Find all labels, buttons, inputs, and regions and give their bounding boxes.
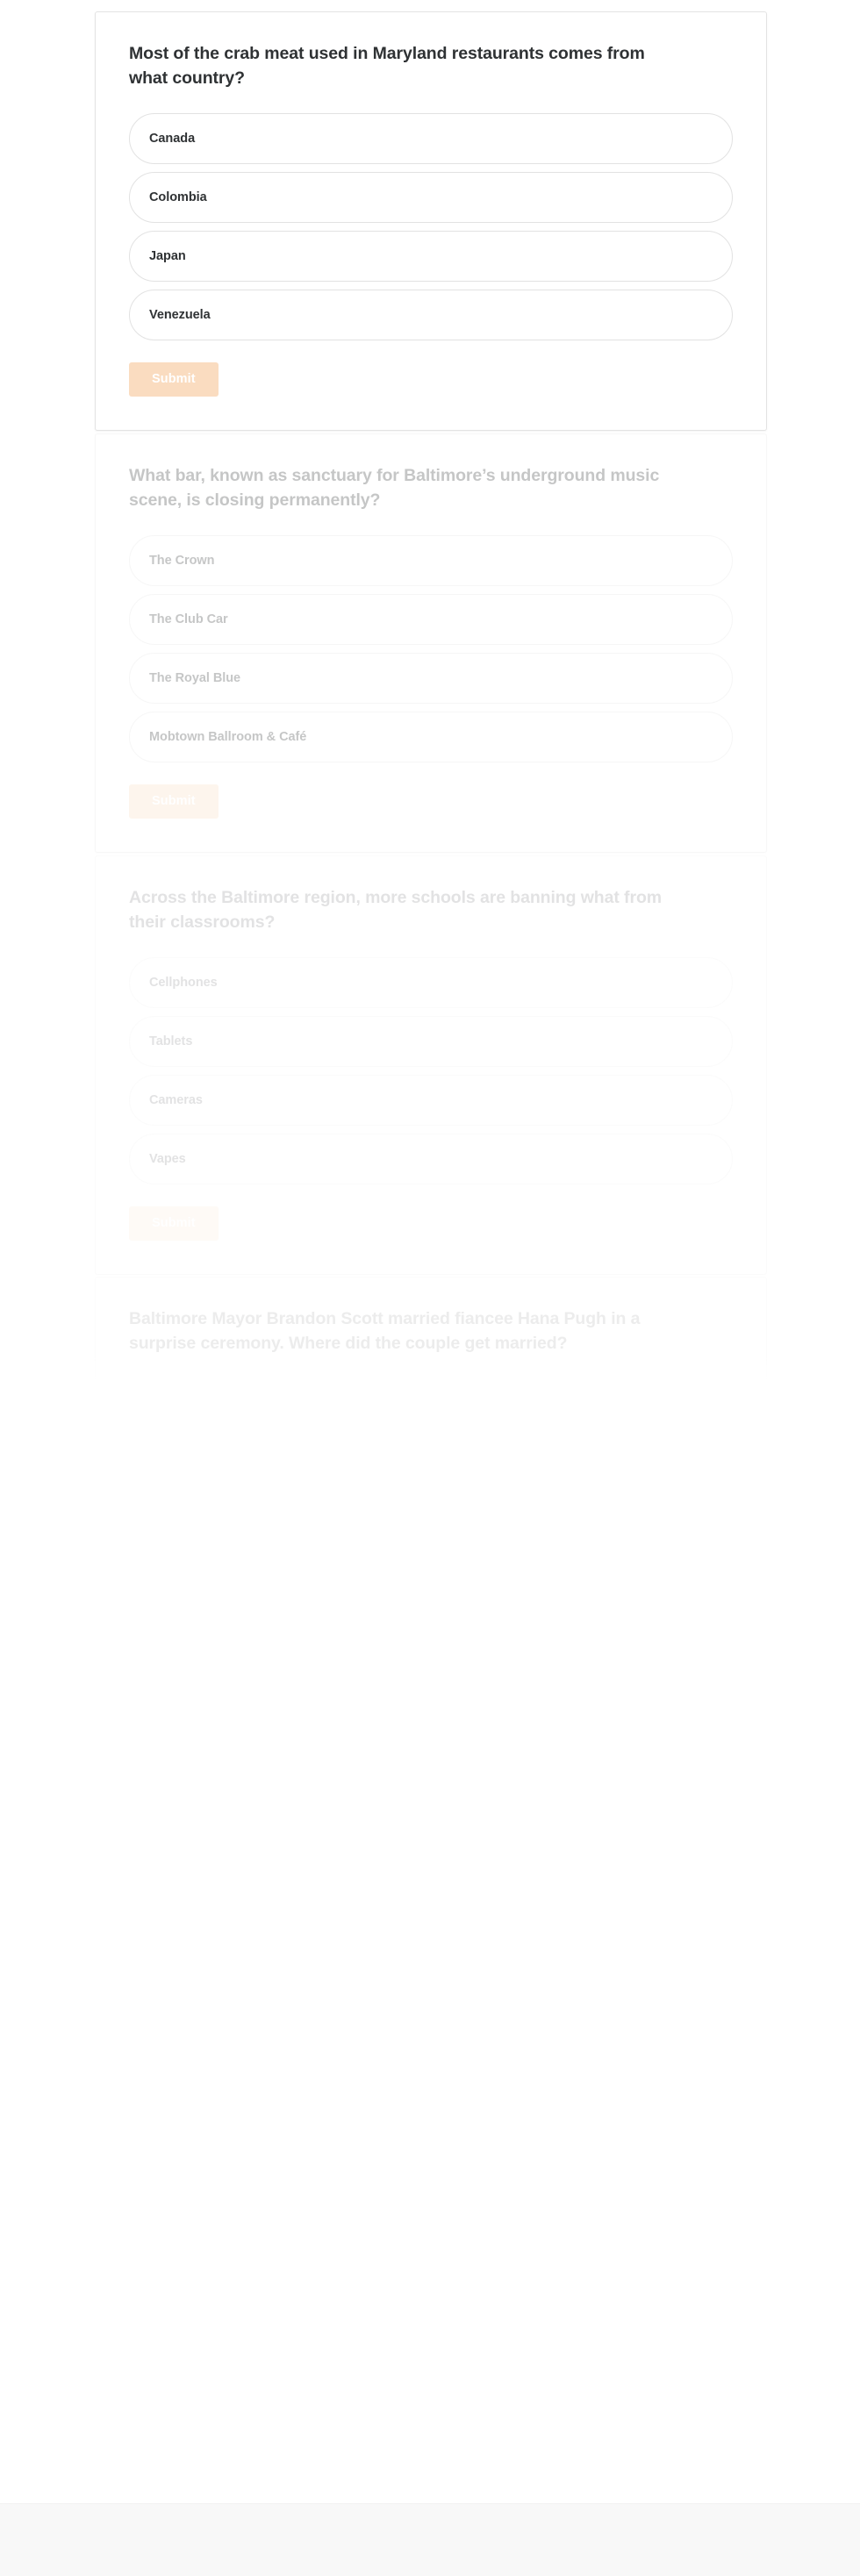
footer-band (0, 2503, 860, 2576)
question-text: Across the Baltimore region, more school… (129, 888, 662, 932)
option-label: The Crown (149, 554, 215, 569)
option-pill[interactable]: Cellphones (129, 957, 733, 1009)
option-pill[interactable]: Vapes (129, 1134, 733, 1185)
option-pill[interactable]: Colombia (129, 172, 733, 224)
option-pill[interactable]: The Crown (129, 535, 733, 587)
quiz-card: Across the Baltimore region, more school… (95, 855, 767, 1276)
quiz-card: Baltimore Mayor Brandon Scott married fi… (95, 1277, 767, 2444)
submit-button[interactable]: Submit (129, 362, 219, 397)
question-text: What bar, known as sanctuary for Baltimo… (129, 466, 660, 510)
option-label: The Royal Blue (149, 671, 241, 686)
option-label: Tablets (149, 1034, 193, 1049)
quiz-card: Most of the crab meat used in Maryland r… (95, 11, 767, 432)
quiz-card: What bar, known as sanctuary for Baltimo… (95, 433, 767, 854)
option-label: Cellphones (149, 976, 218, 991)
option-pill[interactable]: Cameras (129, 1075, 733, 1127)
option-pill[interactable]: The Club Car (129, 594, 733, 646)
submit-button[interactable]: Submit (129, 784, 219, 819)
option-pill[interactable]: Venezuela (129, 290, 733, 341)
option-label: Venezuela (149, 308, 211, 323)
options-list: Canada Colombia Japan Venezuela (129, 113, 733, 341)
submit-button[interactable]: Submit (129, 1206, 219, 1241)
option-label: The Club Car (149, 612, 228, 627)
option-label: Colombia (149, 190, 207, 205)
option-label: Canada (149, 132, 196, 147)
option-label: Japan (149, 249, 186, 264)
option-pill[interactable]: The Royal Blue (129, 653, 733, 705)
question-text: Baltimore Mayor Brandon Scott married fi… (129, 1309, 641, 1353)
question-text: Most of the crab meat used in Maryland r… (129, 44, 645, 88)
option-pill[interactable]: Tablets (129, 1016, 733, 1068)
option-label: Cameras (149, 1093, 203, 1108)
option-label: Vapes (149, 1152, 186, 1167)
options-list: The Crown The Club Car The Royal Blue Mo… (129, 535, 733, 763)
option-label: Mobtown Ballroom & Café (149, 730, 307, 745)
option-pill[interactable]: Canada (129, 113, 733, 165)
quiz-page: Most of the crab meat used in Maryland r… (0, 0, 860, 2576)
options-list: Cellphones Tablets Cameras Vapes (129, 957, 733, 1185)
option-pill[interactable]: Japan (129, 231, 733, 283)
option-pill[interactable]: Mobtown Ballroom & Café (129, 712, 733, 763)
